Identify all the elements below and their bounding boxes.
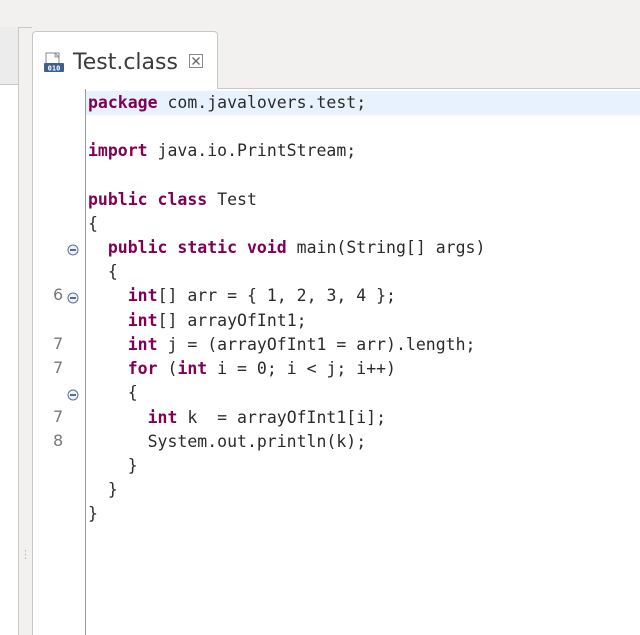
- code-line: public class Test: [88, 188, 257, 212]
- code-line: int[] arr = { 1, 2, 3, 4 };: [88, 284, 396, 308]
- keyword: void: [246, 238, 287, 257]
- keyword: int: [127, 311, 158, 330]
- fold-collapse-icon[interactable]: [67, 244, 79, 256]
- ide-window: ⋮ 010 Test.class 6 7 7 7 8 package com.j…: [0, 0, 640, 635]
- class-file-icon: 010: [44, 52, 64, 73]
- keyword: int: [127, 335, 158, 354]
- code-text: j = (arrayOfInt1 = arr).length;: [157, 335, 476, 354]
- code-line: int j = (arrayOfInt1 = arr).length;: [88, 333, 476, 357]
- code-text: [] arrayOfInt1;: [157, 311, 307, 330]
- code-text: main(String[] args): [286, 238, 486, 257]
- code-text: System.out.println(k);: [88, 432, 367, 451]
- code-line: }: [88, 502, 98, 526]
- keyword: public: [88, 190, 148, 209]
- top-toolbar-area: [0, 0, 640, 28]
- code-line: {: [88, 381, 138, 405]
- line-number: 7: [53, 407, 64, 426]
- code-line: }: [88, 478, 118, 502]
- code-text: }: [88, 480, 118, 499]
- code-text: java.io.PrintStream;: [147, 141, 357, 160]
- code-text: {: [88, 214, 98, 233]
- code-text: {: [88, 262, 118, 281]
- code-line: int[] arrayOfInt1;: [88, 309, 307, 333]
- tab-title: Test.class: [73, 50, 178, 75]
- code-text: Test: [207, 190, 257, 209]
- code-area[interactable]: package com.javalovers.test; import java…: [86, 89, 640, 635]
- editor-tab-strip: 010 Test.class: [32, 27, 640, 90]
- code-line: int k = arrayOfInt1[i];: [88, 406, 386, 430]
- keyword: import: [88, 141, 148, 160]
- svg-text:010: 010: [48, 65, 61, 73]
- keyword: int: [147, 408, 178, 427]
- keyword: package: [88, 93, 158, 112]
- left-view-panel[interactable]: [0, 27, 19, 635]
- code-line: for (int i = 0; i < j; i++): [88, 357, 396, 381]
- fold-collapse-icon[interactable]: [67, 389, 79, 401]
- line-number: 7: [53, 334, 64, 353]
- keyword: int: [177, 359, 208, 378]
- editor-frame: 010 Test.class 6 7 7 7 8 package com.jav…: [32, 27, 640, 635]
- keyword: public: [107, 238, 168, 257]
- keyword: static: [177, 238, 238, 257]
- keyword: int: [127, 286, 158, 305]
- code-text: }: [88, 456, 138, 475]
- fold-collapse-icon[interactable]: [67, 292, 79, 304]
- code-text: i = 0; i < j; i++): [207, 359, 396, 378]
- code-text: [] arr = { 1, 2, 3, 4 };: [157, 286, 396, 305]
- left-view-tab-row: [0, 27, 18, 85]
- vertical-ruler: 6 7 7 7 8: [33, 89, 86, 635]
- code-text: {: [88, 383, 138, 402]
- code-line: package com.javalovers.test;: [88, 91, 366, 115]
- code-line: import java.io.PrintStream;: [88, 139, 356, 163]
- code-text: com.javalovers.test;: [157, 93, 367, 112]
- line-number: 7: [53, 358, 64, 377]
- tab-test-class[interactable]: 010 Test.class: [32, 31, 218, 89]
- line-number: 8: [53, 431, 64, 450]
- keyword: class: [157, 190, 208, 209]
- code-text: (: [157, 359, 178, 378]
- code-text: k = arrayOfInt1[i];: [177, 408, 387, 427]
- code-text: }: [88, 504, 98, 523]
- close-icon[interactable]: [188, 53, 204, 69]
- code-line: public static void main(String[] args): [88, 236, 486, 260]
- sash-grip-icon[interactable]: ⋮: [20, 548, 31, 562]
- keyword: for: [127, 359, 158, 378]
- code-line: {: [88, 212, 98, 236]
- code-line: {: [88, 260, 118, 284]
- code-editor[interactable]: 6 7 7 7 8 package com.javalovers.test; i…: [32, 89, 640, 635]
- code-line: }: [88, 454, 138, 478]
- code-line: System.out.println(k);: [88, 430, 367, 454]
